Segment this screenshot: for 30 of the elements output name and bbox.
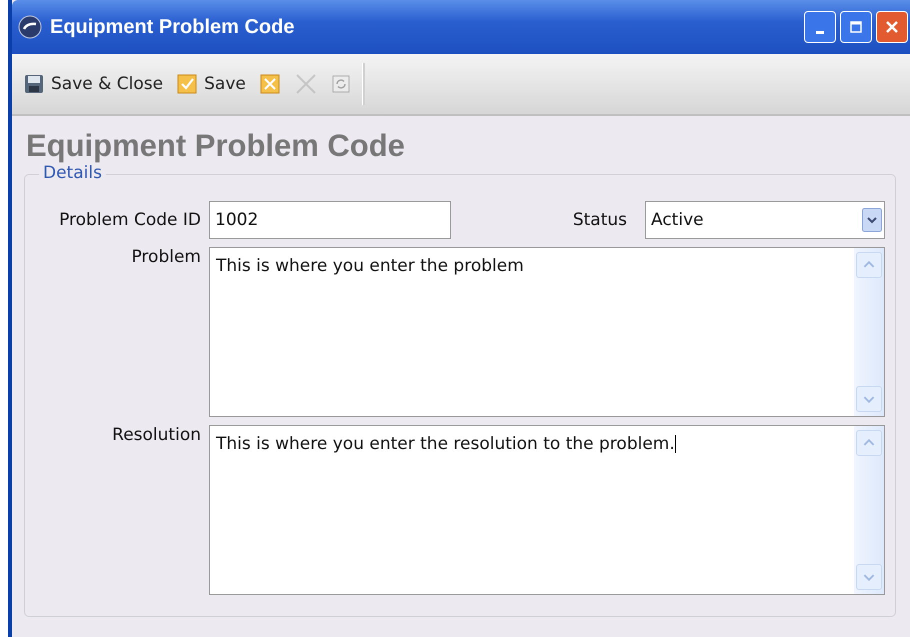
input-field[interactable]: 1002: [209, 201, 451, 239]
field-label: Resolution: [111, 425, 202, 445]
cancel-icon: [260, 74, 280, 94]
field-label: Problem Code ID: [58, 210, 202, 230]
form-heading: Equipment Problem Code: [26, 128, 406, 164]
cancel-button[interactable]: [258, 72, 282, 96]
scroll-up-icon[interactable]: [856, 430, 882, 456]
refresh-icon: [332, 75, 350, 93]
app-logo-icon: [18, 15, 42, 39]
maximize-icon: [849, 20, 863, 34]
scroll-down-icon[interactable]: [856, 386, 882, 412]
text-area[interactable]: This is where you enter the resolution to the problem.: [209, 425, 885, 595]
delete-icon: [294, 72, 318, 96]
scrollbar[interactable]: [854, 248, 884, 416]
maximize-button[interactable]: [840, 11, 872, 43]
minimize-button[interactable]: [804, 11, 836, 43]
scroll-down-icon[interactable]: [856, 564, 882, 590]
status-dropdown[interactable]: Active: [645, 201, 885, 239]
field-label: Problem: [130, 247, 202, 267]
scrollbar[interactable]: [854, 426, 884, 594]
text-area[interactable]: This is where you enter the problem: [209, 247, 885, 417]
close-button[interactable]: [876, 11, 908, 43]
close-icon: [885, 20, 899, 34]
minimize-icon: [816, 30, 824, 34]
save-close-button[interactable]: Save & Close: [22, 72, 166, 96]
window-title: Equipment Problem Code: [50, 16, 294, 38]
scroll-up-icon[interactable]: [856, 252, 882, 278]
save-button[interactable]: Save: [175, 72, 248, 96]
checkbox-icon: [177, 74, 198, 94]
field-label: Status: [572, 210, 628, 230]
